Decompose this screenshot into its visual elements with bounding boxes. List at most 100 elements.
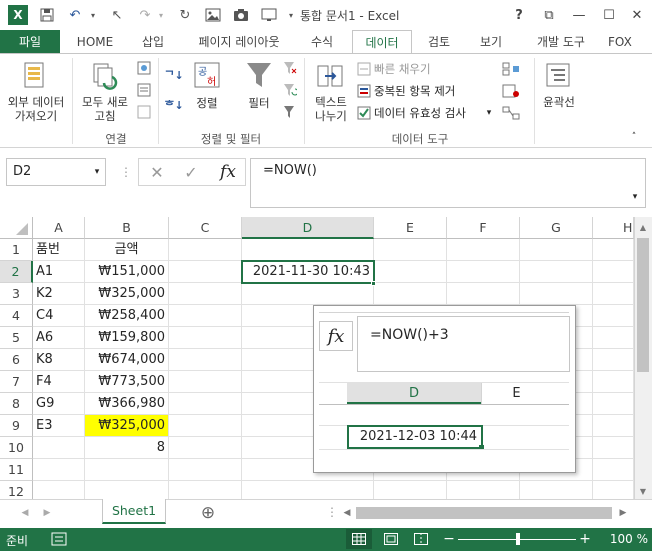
cell-a2[interactable]: A1 (33, 261, 85, 283)
cell-g3[interactable] (520, 283, 593, 305)
row-header[interactable]: 4 (0, 305, 33, 327)
refresh-all-button[interactable]: 모두 새로 고침 (76, 95, 134, 123)
cell-e3[interactable] (374, 283, 447, 305)
clear-filter-icon[interactable] (282, 60, 298, 76)
scroll-down-icon[interactable]: ▼ (635, 483, 651, 499)
sort-button[interactable]: 정렬 (188, 96, 226, 110)
cell-c5[interactable] (169, 327, 242, 349)
column-header-e[interactable]: E (374, 217, 447, 239)
tab-insert[interactable]: 삽입 (130, 30, 176, 54)
cell-h2[interactable] (593, 261, 634, 283)
cell-b1[interactable]: 금액 (85, 239, 169, 261)
tab-view[interactable]: 보기 (468, 30, 514, 54)
cell-d1[interactable] (242, 239, 374, 261)
cell-c10[interactable] (169, 437, 242, 459)
cell-f3[interactable] (447, 283, 520, 305)
column-header-c[interactable]: C (169, 217, 242, 239)
select-all-corner[interactable] (0, 217, 33, 239)
column-header-a[interactable]: A (33, 217, 85, 239)
horizontal-scroll-thumb[interactable] (356, 507, 612, 519)
cell-a3[interactable]: K2 (33, 283, 85, 305)
cell-h10[interactable] (593, 437, 634, 459)
cell-h1[interactable] (593, 239, 634, 261)
cell-b6[interactable]: ₩674,000 (85, 349, 169, 371)
name-box-dropdown-icon[interactable]: ▾ (90, 160, 104, 184)
cell-c6[interactable] (169, 349, 242, 371)
column-header-f[interactable]: F (447, 217, 520, 239)
cell-a8[interactable]: G9 (33, 393, 85, 415)
cell-e2[interactable] (374, 261, 447, 283)
cell-c8[interactable] (169, 393, 242, 415)
cell-d3[interactable] (242, 283, 374, 305)
formula-input[interactable]: =NOW() (250, 158, 646, 208)
cell-g2[interactable] (520, 261, 593, 283)
cell-a11[interactable] (33, 459, 85, 481)
expand-formula-icon[interactable]: ▾ (628, 190, 642, 204)
column-header-b[interactable]: B (85, 217, 169, 239)
cell-e1[interactable] (374, 239, 447, 261)
cancel-icon[interactable]: ✕ (146, 160, 168, 184)
external-data-icon[interactable] (20, 60, 50, 92)
text-to-columns-icon[interactable] (316, 62, 344, 90)
cell-h6[interactable] (593, 349, 634, 371)
sort-descending-icon[interactable]: ᄒ↓ (163, 94, 185, 116)
row-header[interactable]: 11 (0, 459, 33, 481)
consolidate-icon[interactable] (500, 61, 522, 77)
remove-duplicates-icon[interactable] (356, 83, 372, 99)
minimize-button[interactable]: — (566, 4, 592, 26)
camera-icon[interactable] (232, 6, 250, 24)
page-layout-view-icon[interactable] (380, 529, 402, 549)
outline-button[interactable]: 윤곽선 (536, 95, 582, 109)
tab-fox[interactable]: FOX (608, 30, 652, 54)
cell-a7[interactable]: F4 (33, 371, 85, 393)
cell-g1[interactable] (520, 239, 593, 261)
row-header[interactable]: 6 (0, 349, 33, 371)
picture-icon[interactable] (204, 6, 222, 24)
column-header-h[interactable]: H (593, 217, 634, 239)
tab-data[interactable]: 데이터 (352, 30, 412, 54)
cell-b8[interactable]: ₩366,980 (85, 393, 169, 415)
undo-dropdown-icon[interactable]: ▾ (84, 6, 102, 24)
tab-page-layout[interactable]: 페이지 레이아웃 (184, 30, 294, 54)
cell-h4[interactable] (593, 305, 634, 327)
cell-a5[interactable]: A6 (33, 327, 85, 349)
advanced-filter-icon[interactable] (282, 104, 298, 120)
outline-icon[interactable] (544, 61, 572, 89)
maximize-button[interactable]: ☐ (596, 4, 622, 26)
row-header[interactable]: 9 (0, 415, 33, 437)
row-header[interactable]: 3 (0, 283, 33, 305)
page-break-view-icon[interactable] (410, 529, 432, 549)
cell-h7[interactable] (593, 371, 634, 393)
cell-b10[interactable]: 8 (85, 437, 169, 459)
vertical-scroll-thumb[interactable] (637, 238, 649, 372)
scroll-up-icon[interactable]: ▲ (635, 219, 651, 235)
tab-developer[interactable]: 개발 도구 (520, 30, 602, 54)
cell-b4[interactable]: ₩258,400 (85, 305, 169, 327)
column-header-d[interactable]: D (242, 217, 374, 239)
column-header-g[interactable]: G (520, 217, 593, 239)
cell-b3[interactable]: ₩325,000 (85, 283, 169, 305)
cell-h9[interactable] (593, 415, 634, 437)
cell-h3[interactable] (593, 283, 634, 305)
cell-c3[interactable] (169, 283, 242, 305)
cell-a9[interactable]: E3 (33, 415, 85, 437)
undo-icon[interactable]: ↶ (66, 6, 84, 24)
help-button[interactable]: ? (506, 4, 532, 26)
cell-h8[interactable] (593, 393, 634, 415)
relationships-icon[interactable] (500, 105, 522, 121)
scroll-right-icon[interactable]: ▶ (616, 505, 630, 521)
enter-icon[interactable]: ✓ (180, 160, 202, 184)
collapse-ribbon-icon[interactable]: ˄ (626, 130, 642, 144)
zoom-out-icon[interactable]: − (442, 530, 456, 548)
tab-file[interactable]: 파일 (0, 30, 60, 54)
save-icon[interactable] (38, 6, 56, 24)
cell-f2[interactable] (447, 261, 520, 283)
row-header[interactable]: 2 (0, 261, 33, 283)
cell-c11[interactable] (169, 459, 242, 481)
connections-icon[interactable] (136, 60, 152, 76)
row-header[interactable]: 7 (0, 371, 33, 393)
customize-qat-icon[interactable]: ▾ (282, 6, 300, 24)
data-validation-dropdown-icon[interactable]: ▾ (484, 105, 494, 121)
zoom-slider-thumb[interactable] (516, 533, 520, 545)
reapply-filter-icon[interactable] (282, 82, 298, 98)
